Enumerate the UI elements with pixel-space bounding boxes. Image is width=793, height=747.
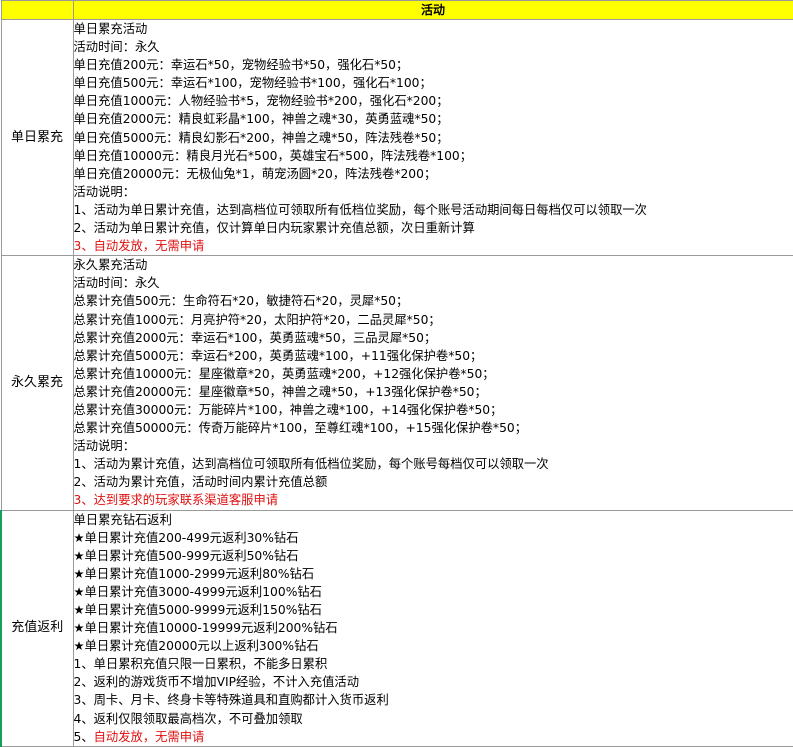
content-line: 单日累充钻石返利 — [73, 512, 172, 527]
content-line: 单日充值500元：幸运石*100，宠物经验书*100，强化石*100； — [73, 76, 432, 91]
content-line: 总累计充值2000元：幸运石*100，英勇蓝魂*50，三品灵犀*50； — [73, 330, 437, 345]
content-line-highlight: 3、自动发放，无需申请 — [73, 239, 205, 254]
content-line-highlight: 3、达到要求的玩家联系渠道客服申请 — [73, 493, 279, 508]
section-content-daily[interactable]: 单日累充活动 活动时间：永久 单日充值200元：幸运石*50，宠物经验书*50，… — [72, 18, 793, 257]
activity-sheet: 活动 单日累充 单日累充活动 活动时间：永久 单日充值200元：幸运石*50，宠… — [0, 0, 793, 747]
content-line: 活动说明： — [73, 439, 136, 454]
content-line: 活动时间：永久 — [73, 40, 160, 55]
content-line: 总累计充值5000元：幸运石*200，英勇蓝魂*100，+11强化保护卷*50； — [73, 348, 483, 363]
content-line: 1、活动为累计充值，达到高档位可领取所有低档位奖励，每个账号每档仅可以领取一次 — [73, 457, 549, 472]
content-line: 1、活动为单日累计充值，达到高档位可领取所有低档位奖励，每个账号活动期间每日每档… — [73, 202, 647, 217]
content-line: 总累计充值10000元：星座徽章*20，英勇蓝魂*200，+12强化保护卷*50… — [73, 366, 495, 381]
content-line: 活动时间：永久 — [73, 276, 160, 291]
content-line: 1、单日累积充值只限一日累积，不能多日累积 — [73, 657, 328, 672]
content-line: 单日充值2000元：精良虹彩晶*100，神兽之魂*30，英勇蓝魂*50； — [73, 112, 449, 127]
header-corner-cell[interactable] — [0, 0, 74, 20]
content-line: 2、返利的游戏货币不增加VIP经验，不计入充值活动 — [73, 675, 360, 690]
rebate-tier-line: ★单日累计充值10000-19999元返利200%钻石 — [73, 621, 338, 636]
content-line: 永久累充活动 — [73, 258, 148, 273]
content-line: 单日累充活动 — [73, 22, 148, 36]
content-line: 总累计充值50000元：传奇万能碎片*100，至尊红魂*100，+15强化保护卷… — [73, 421, 528, 436]
section-row-daily: 单日累充 单日累充活动 活动时间：永久 单日充值200元：幸运石*50，宠物经验… — [0, 18, 793, 257]
header-row: 活动 — [0, 0, 793, 20]
content-line: 单日充值5000元：精良幻影石*200，神兽之魂*50，阵法残卷*50； — [73, 130, 449, 145]
content-line: 单日充值1000元：人物经验书*5，宠物经验书*200，强化石*200； — [73, 94, 449, 109]
section-label-permanent[interactable]: 永久累充 — [0, 255, 74, 511]
header-title-cell[interactable]: 活动 — [72, 0, 793, 20]
line-prefix: 5、 — [73, 729, 94, 744]
rebate-tier-line: ★单日累计充值500-999元返利50%钻石 — [73, 548, 299, 563]
content-line: 总累计充值20000元：星座徽章*50，神兽之魂*50，+13强化保护卷*50； — [73, 384, 487, 399]
content-line: 3、周卡、月卡、终身卡等特殊道具和直购都计入货币返利 — [73, 693, 389, 708]
content-line: 2、活动为单日累计充值，仅计算单日内玩家累计充值总额，次日重新计算 — [73, 221, 475, 236]
content-line: 单日充值200元：幸运石*50，宠物经验书*50，强化石*50； — [73, 58, 409, 73]
section-content-permanent[interactable]: 永久累充活动 活动时间：永久 总累计充值500元：生命符石*20，敏捷符石*20… — [72, 255, 793, 511]
section-label-daily[interactable]: 单日累充 — [0, 18, 74, 257]
rebate-tier-line: ★单日累计充值200-499元返利30%钻石 — [73, 530, 299, 545]
content-line: 总累计充值30000元：万能碎片*100，神兽之魂*100，+14强化保护卷*5… — [73, 402, 503, 417]
section-label-rebate[interactable]: 充值返利 — [0, 509, 74, 747]
content-line: 总累计充值500元：生命符石*20，敏捷符石*20，灵犀*50； — [73, 294, 409, 309]
content-line: 总累计充值1000元：月亮护符*20，太阳护符*20，二品灵犀*50； — [73, 312, 441, 327]
content-line: 5、自动发放，无需申请 — [74, 728, 793, 746]
section-content-rebate[interactable]: 单日累充钻石返利 ★单日累计充值200-499元返利30%钻石 ★单日累计充值5… — [72, 509, 793, 747]
rebate-tier-line: ★单日累计充值3000-4999元返利100%钻石 — [73, 584, 322, 599]
content-line-highlight: 自动发放，无需申请 — [93, 729, 205, 744]
rebate-tier-line: ★单日累计充值20000元以上返利300%钻石 — [73, 639, 319, 654]
rebate-tier-line: ★单日累计充值1000-2999元返利80%钻石 — [73, 566, 315, 581]
content-line: 2、活动为累计充值，活动时间内累计充值总额 — [73, 475, 328, 490]
content-line: 单日充值20000元：无极仙兔*1，萌宠汤圆*20，阵法残卷*200； — [73, 166, 437, 181]
section-row-permanent: 永久累充 永久累充活动 活动时间：永久 总累计充值500元：生命符石*20，敏捷… — [0, 255, 793, 511]
section-row-rebate: 充值返利 单日累充钻石返利 ★单日累计充值200-499元返利30%钻石 ★单日… — [0, 509, 793, 747]
content-line: 活动说明： — [73, 184, 136, 199]
rebate-tier-line: ★单日累计充值5000-9999元返利150%钻石 — [73, 603, 322, 617]
content-line: 单日充值10000元：精良月光石*500，英雄宝石*500，阵法残卷*100； — [73, 148, 473, 163]
content-line: 4、返利仅限领取最高档次，不可叠加领取 — [73, 711, 303, 726]
